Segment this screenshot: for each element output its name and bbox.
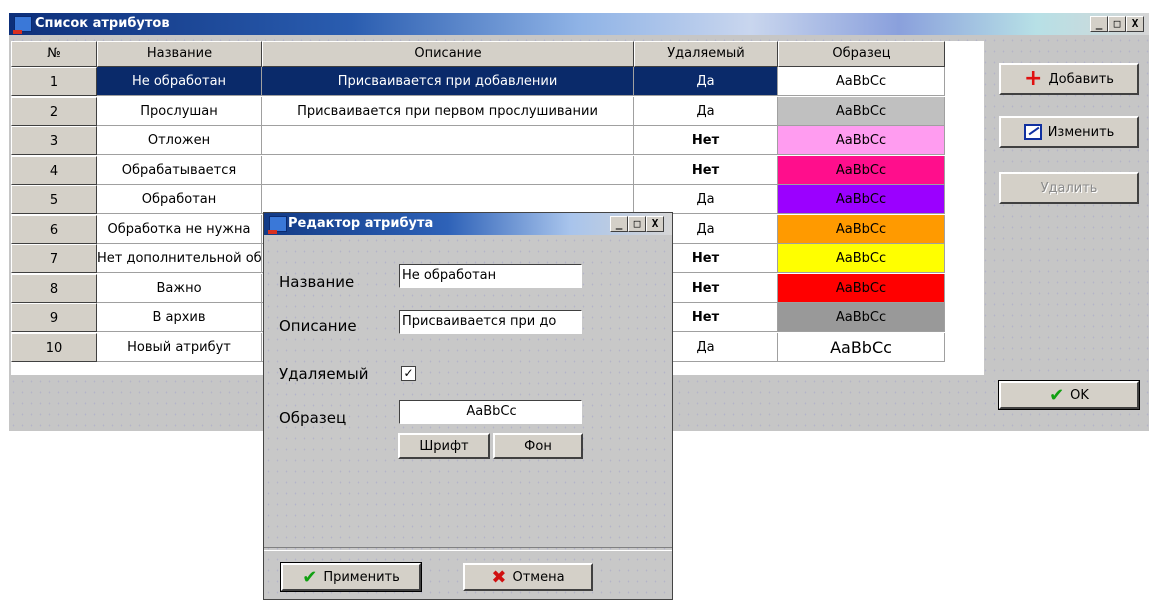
cancel-button-label: Отмена [512, 569, 565, 585]
deletable-flag[interactable]: Нет [634, 126, 778, 155]
attribute-name[interactable]: Обрабатывается [97, 155, 262, 185]
sample-cell[interactable]: AaBbCc [778, 126, 945, 155]
deletable-flag[interactable]: Да [634, 67, 778, 96]
attribute-name[interactable]: Отложен [97, 126, 262, 155]
font-button-label: Шрифт [419, 438, 469, 454]
column-header[interactable]: Описание [262, 41, 634, 67]
attribute-description[interactable]: Присваивается при добавлении [262, 67, 634, 96]
attribute-description[interactable] [262, 155, 634, 185]
background-button-label: Фон [524, 438, 552, 454]
attribute-name[interactable]: В архив [97, 303, 262, 332]
dialog-separator [264, 547, 672, 551]
deletable-label: Удаляемый [279, 365, 369, 383]
row-number[interactable]: 2 [11, 96, 97, 126]
check-icon: ✔ [302, 566, 318, 588]
column-header[interactable]: Образец [778, 41, 945, 67]
row-number[interactable]: 3 [11, 126, 97, 155]
dialog-app-icon [268, 216, 287, 234]
add-button-label: Добавить [1048, 71, 1114, 87]
maximize-button[interactable]: □ [1108, 16, 1126, 32]
add-button[interactable]: + Добавить [999, 63, 1139, 95]
deletable-flag[interactable]: Нет [634, 155, 778, 185]
description-field[interactable]: Присваивается при до [399, 310, 582, 334]
cross-icon: ✖ [491, 566, 507, 588]
deletable-flag[interactable]: Да [634, 96, 778, 126]
dialog-title: Редактор атрибута [288, 216, 434, 231]
sample-cell[interactable]: AaBbCc [778, 185, 945, 214]
sample-cell[interactable]: AaBbCc [778, 155, 945, 185]
name-label: Название [279, 273, 355, 291]
row-number[interactable]: 6 [11, 214, 97, 244]
background-button[interactable]: Фон [493, 433, 583, 459]
dialog-close-button[interactable]: X [646, 216, 664, 232]
window-title: Список атрибутов [35, 16, 170, 31]
plus-icon: + [1024, 66, 1043, 91]
dialog-title-bar[interactable]: Редактор атрибута _ □ X [264, 213, 672, 235]
attribute-description[interactable] [262, 126, 634, 155]
dialog-maximize-button[interactable]: □ [628, 216, 646, 232]
attribute-description[interactable]: Присваивается при первом прослушивании [262, 96, 634, 126]
attribute-name[interactable]: Обработан [97, 185, 262, 214]
minimize-button[interactable]: _ [1090, 16, 1108, 32]
close-button[interactable]: X [1126, 16, 1144, 32]
row-number[interactable]: 1 [11, 67, 97, 96]
sample-preview: AaBbCc [399, 400, 582, 424]
attribute-name[interactable]: Не обработан [97, 67, 262, 96]
attribute-name[interactable]: Нет дополнительной обр [97, 244, 262, 273]
row-number[interactable]: 9 [11, 303, 97, 332]
deletable-flag[interactable]: Да [634, 185, 778, 214]
attribute-name[interactable]: Важно [97, 273, 262, 303]
description-label: Описание [279, 317, 357, 335]
name-field[interactable]: Не обработан [399, 264, 582, 288]
ok-button[interactable]: ✔ OK [998, 380, 1140, 410]
font-button[interactable]: Шрифт [398, 433, 490, 459]
delete-button-label: Удалить [1040, 180, 1098, 196]
sample-cell[interactable]: AaBbCc [778, 303, 945, 332]
attribute-description[interactable] [262, 185, 634, 214]
check-icon: ✔ [1049, 384, 1065, 406]
apply-button[interactable]: ✔ Применить [280, 562, 422, 592]
edit-icon [1023, 124, 1042, 140]
row-number[interactable]: 10 [11, 332, 97, 362]
sample-cell[interactable]: AaBbCc [778, 244, 945, 273]
sample-cell[interactable]: AaBbCc [778, 273, 945, 303]
row-number[interactable]: 7 [11, 244, 97, 273]
row-number[interactable]: 8 [11, 273, 97, 303]
sample-label: Образец [279, 409, 347, 427]
column-header[interactable]: № [11, 41, 97, 67]
ok-button-label: OK [1070, 387, 1089, 403]
delete-button[interactable]: Удалить [999, 172, 1139, 204]
row-number[interactable]: 5 [11, 185, 97, 214]
sample-cell[interactable]: AaBbCc [778, 214, 945, 244]
sample-cell[interactable]: AaBbCc [778, 67, 945, 96]
edit-button[interactable]: Изменить [999, 116, 1139, 148]
edit-button-label: Изменить [1047, 124, 1115, 140]
dialog-minimize-button[interactable]: _ [610, 216, 628, 232]
deletable-checkbox[interactable]: ✓ [401, 366, 416, 381]
attribute-name[interactable]: Прослушан [97, 96, 262, 126]
attribute-name[interactable]: Обработка не нужна [97, 214, 262, 244]
title-bar[interactable]: Список атрибутов _ □ X [9, 13, 1149, 35]
row-number[interactable]: 4 [11, 155, 97, 185]
sample-cell[interactable]: AaBbCc [778, 332, 945, 362]
app-icon [13, 16, 32, 34]
sample-cell[interactable]: AaBbCc [778, 96, 945, 126]
attribute-editor-dialog: Редактор атрибута _ □ X Название Не обра… [263, 212, 673, 600]
column-header[interactable]: Удаляемый [634, 41, 778, 67]
attribute-name[interactable]: Новый атрибут [97, 332, 262, 362]
cancel-button[interactable]: ✖ Отмена [463, 563, 593, 591]
apply-button-label: Применить [323, 569, 400, 585]
column-header[interactable]: Название [97, 41, 262, 67]
